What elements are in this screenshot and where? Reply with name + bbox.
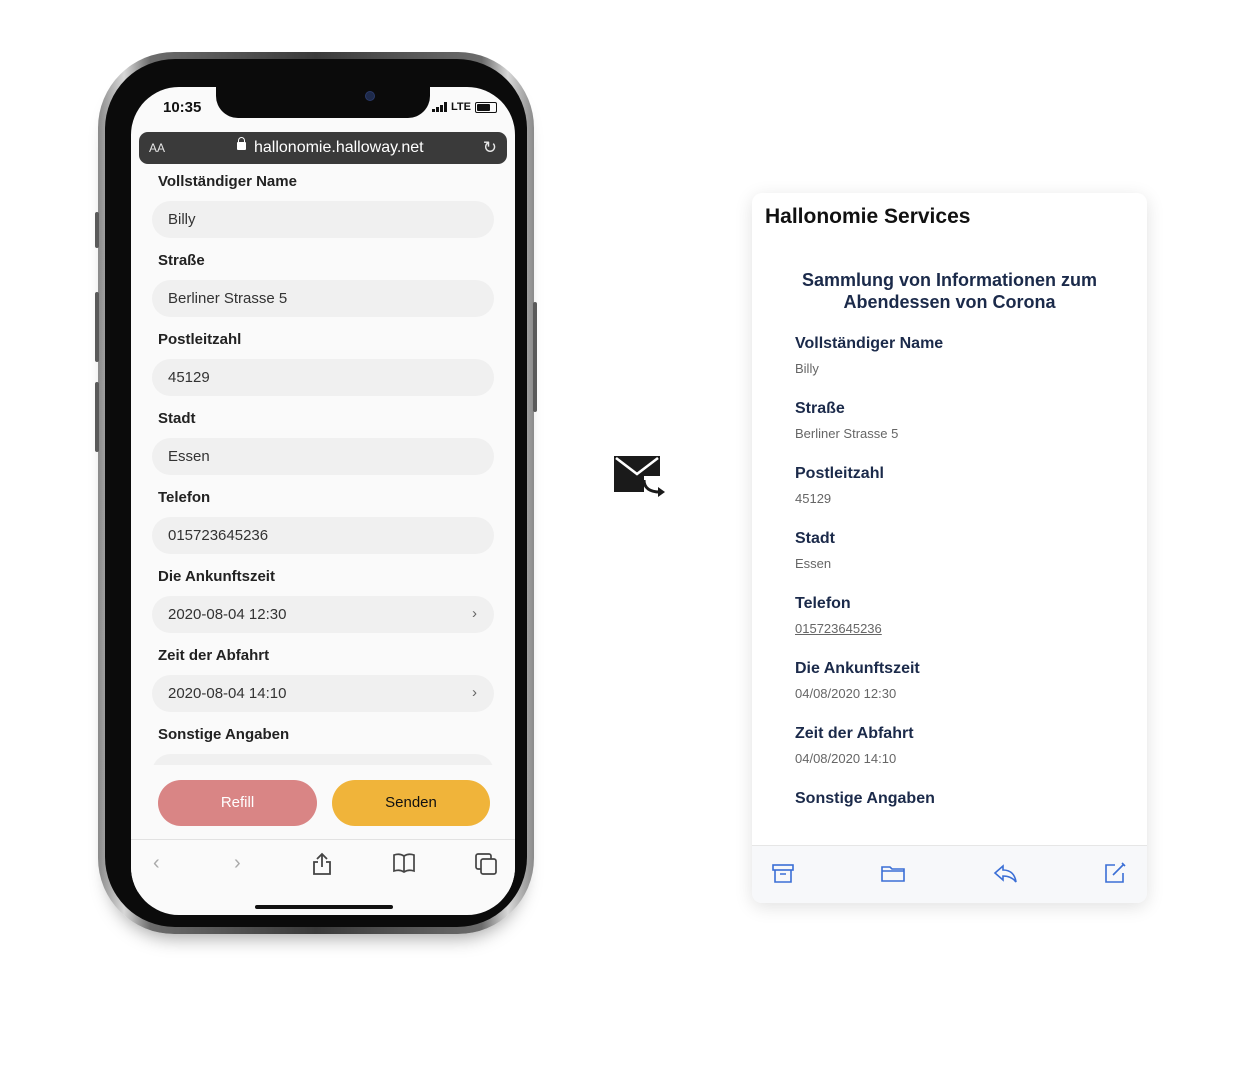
email-arrival-label: Die Ankunftszeit <box>795 660 920 677</box>
name-input[interactable]: Billy <box>152 201 494 238</box>
email-phone-label: Telefon <box>795 595 851 612</box>
refill-button[interactable]: Refill <box>158 780 317 826</box>
lock-icon <box>237 137 246 150</box>
folder-icon[interactable] <box>880 860 906 886</box>
street-input[interactable]: Berliner Strasse 5 <box>152 280 494 317</box>
email-departure-value: 04/08/2020 14:10 <box>795 751 897 766</box>
phone-bezel: 10:35 LTE AA hallonomie.halloway.net ↻ V… <box>105 59 527 927</box>
home-indicator <box>255 905 393 909</box>
city-label: Stadt <box>158 410 196 427</box>
url-text[interactable]: hallonomie.halloway.net <box>254 139 424 157</box>
email-sender: Hallonomie Services <box>765 205 971 228</box>
address-bar[interactable]: AA hallonomie.halloway.net ↻ <box>139 132 507 164</box>
email-postal-value: 45129 <box>795 491 832 506</box>
chevron-right-icon: › <box>472 684 477 701</box>
email-arrival-value: 04/08/2020 12:30 <box>795 686 897 701</box>
phone-value: 015723645236 <box>168 527 269 544</box>
arrival-value: 2020-08-04 12:30 <box>168 606 287 623</box>
power-button <box>533 302 537 412</box>
postal-value: 45129 <box>168 369 210 386</box>
email-heading: Sammlung von Informationen zum Abendesse… <box>801 270 1097 312</box>
volume-down-button <box>95 382 99 452</box>
name-label: Vollständiger Name <box>158 173 297 190</box>
camera-icon <box>366 92 374 100</box>
tabs-icon[interactable] <box>474 852 498 876</box>
arrival-label: Die Ankunftszeit <box>158 568 275 585</box>
email-preview: Hallonomie Services Sammlung von Informa… <box>752 193 1147 903</box>
email-street-label: Straße <box>795 400 845 417</box>
notes-label: Sonstige Angaben <box>158 726 290 743</box>
arrival-picker[interactable]: 2020-08-04 12:30 › <box>152 596 494 633</box>
volume-up-button <box>95 292 99 362</box>
notch <box>216 87 430 118</box>
email-street-value: Berliner Strasse 5 <box>795 426 899 441</box>
booking-form: Vollständiger Name Billy Straße Berliner… <box>131 173 515 765</box>
departure-value: 2020-08-04 14:10 <box>168 685 287 702</box>
city-input[interactable]: Essen <box>152 438 494 475</box>
departure-label: Zeit der Abfahrt <box>158 647 270 664</box>
mute-switch <box>95 212 99 248</box>
email-phone-link[interactable]: 015723645236 <box>795 621 882 636</box>
back-icon[interactable]: ‹ <box>153 852 160 875</box>
postal-input[interactable]: 45129 <box>152 359 494 396</box>
status-indicators: LTE <box>432 101 497 113</box>
email-departure-label: Zeit der Abfahrt <box>795 725 914 742</box>
phone-label: Telefon <box>158 489 211 506</box>
status-time: 10:35 <box>163 99 202 116</box>
email-name-value: Billy <box>795 361 819 376</box>
signal-icon <box>432 102 448 112</box>
text-size-button[interactable]: AA <box>149 141 165 155</box>
chevron-right-icon: › <box>472 605 477 622</box>
email-toolbar <box>752 845 1147 903</box>
street-value: Berliner Strasse 5 <box>168 290 288 307</box>
compose-icon[interactable] <box>1102 860 1128 886</box>
notes-input[interactable] <box>152 754 494 765</box>
reply-icon[interactable] <box>992 860 1018 886</box>
forward-icon[interactable]: › <box>234 852 241 875</box>
email-name-label: Vollständiger Name <box>795 335 944 352</box>
send-button[interactable]: Senden <box>332 780 490 826</box>
email-city-value: Essen <box>795 556 832 571</box>
phone-input[interactable]: 015723645236 <box>152 517 494 554</box>
battery-icon <box>475 101 497 113</box>
city-value: Essen <box>168 448 210 465</box>
email-postal-label: Postleitzahl <box>795 465 884 482</box>
network-label: LTE <box>451 101 471 113</box>
departure-picker[interactable]: 2020-08-04 14:10 › <box>152 675 494 712</box>
share-icon[interactable] <box>311 852 333 876</box>
browser-toolbar: ‹ › <box>131 839 515 892</box>
phone-screen: 10:35 LTE AA hallonomie.halloway.net ↻ V… <box>131 87 515 915</box>
postal-label: Postleitzahl <box>158 331 242 348</box>
name-value: Billy <box>168 211 196 228</box>
street-label: Straße <box>158 252 205 269</box>
reload-icon[interactable]: ↻ <box>483 138 497 158</box>
mail-forward-icon <box>614 456 665 497</box>
email-city-label: Stadt <box>795 530 835 547</box>
phone-mockup: 10:35 LTE AA hallonomie.halloway.net ↻ V… <box>95 52 537 934</box>
email-notes-label: Sonstige Angaben <box>795 790 935 807</box>
bookmarks-icon[interactable] <box>392 852 416 874</box>
archive-icon[interactable] <box>770 860 796 886</box>
